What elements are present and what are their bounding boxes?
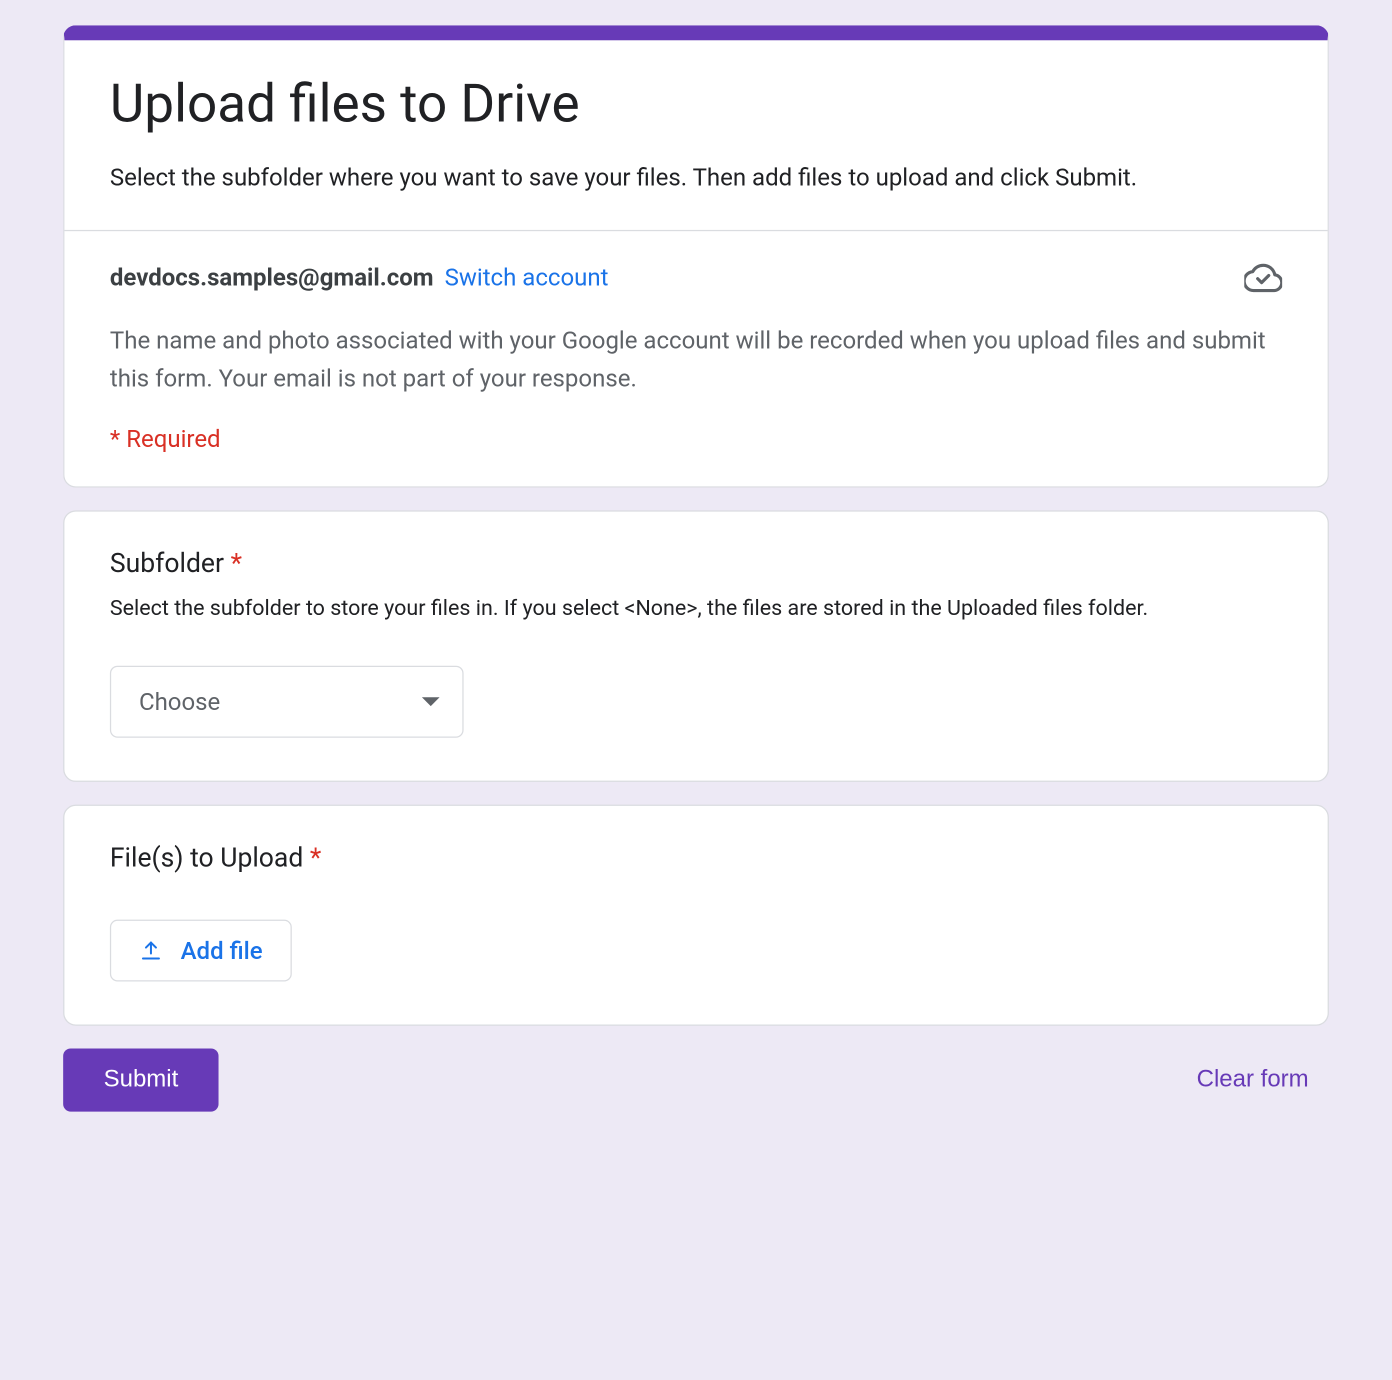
account-email: devdocs.samples@gmail.com <box>110 263 434 292</box>
required-asterisk: * <box>231 549 242 579</box>
account-row: devdocs.samples@gmail.com Switch account <box>110 259 1282 297</box>
form-container: Upload files to Drive Select the subfold… <box>0 0 1392 1162</box>
cloud-saved-icon <box>1244 259 1282 297</box>
dropdown-selected-label: Choose <box>139 687 220 716</box>
upload-question-title: File(s) to Upload * <box>110 844 1282 874</box>
submit-button[interactable]: Submit <box>63 1048 219 1111</box>
add-file-button[interactable]: Add file <box>110 920 292 982</box>
subfolder-question-description: Select the subfolder to store your files… <box>110 592 1282 625</box>
form-description: Select the subfolder where you want to s… <box>110 160 1282 197</box>
form-title: Upload files to Drive <box>110 73 1282 137</box>
upload-icon <box>139 938 163 962</box>
account-disclosure: The name and photo associated with your … <box>110 322 1282 399</box>
required-note: * Required <box>110 424 1282 453</box>
add-file-label: Add file <box>181 936 263 965</box>
subfolder-question-card: Subfolder * Select the subfolder to stor… <box>63 510 1329 782</box>
required-asterisk: * <box>310 844 321 874</box>
header-card: Upload files to Drive Select the subfold… <box>63 25 1329 487</box>
account-info: devdocs.samples@gmail.com Switch account <box>110 263 609 292</box>
subfolder-dropdown[interactable]: Choose <box>110 666 464 738</box>
upload-title-text: File(s) to Upload <box>110 844 303 874</box>
subfolder-question-title: Subfolder * <box>110 549 1282 579</box>
footer-row: Submit Clear form <box>63 1048 1329 1111</box>
upload-question-card: File(s) to Upload * Add file <box>63 805 1329 1026</box>
clear-form-button[interactable]: Clear form <box>1176 1048 1328 1111</box>
switch-account-link[interactable]: Switch account <box>445 263 609 292</box>
subfolder-title-text: Subfolder <box>110 549 224 579</box>
chevron-down-icon <box>422 697 440 706</box>
